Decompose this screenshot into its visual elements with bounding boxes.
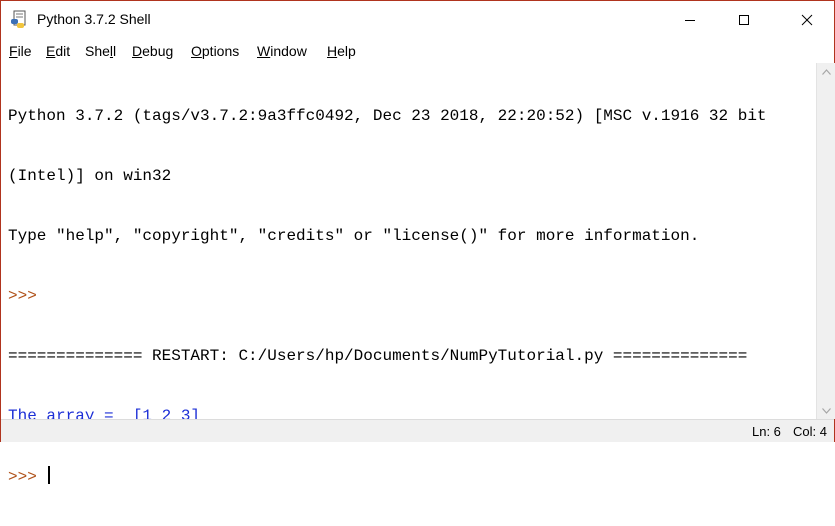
- menu-bar: File Edit Shell Debug Options Window Hel…: [1, 39, 834, 63]
- banner-line-1: Python 3.7.2 (tags/v3.7.2:9a3ffc0492, De…: [8, 107, 767, 125]
- menu-window[interactable]: Window: [257, 43, 307, 59]
- title-bar[interactable]: Python 3.7.2 Shell: [1, 1, 834, 39]
- close-button[interactable]: [780, 1, 834, 39]
- python-idle-icon: [10, 10, 30, 30]
- chevron-down-icon: [821, 407, 831, 414]
- shell-text-area[interactable]: Python 3.7.2 (tags/v3.7.2:9a3ffc0492, De…: [1, 63, 816, 486]
- input-line[interactable]: >>>: [8, 466, 767, 486]
- scroll-up-button[interactable]: [817, 63, 835, 80]
- active-prompt: >>>: [8, 468, 47, 486]
- idle-shell-window: Python 3.7.2 Shell File Edit Shell Debug…: [0, 0, 835, 486]
- menu-debug[interactable]: Debug: [132, 43, 173, 59]
- banner-line-3: Type "help", "copyright", "credits" or "…: [8, 227, 700, 245]
- scroll-down-button[interactable]: [817, 402, 835, 419]
- shell-output: Python 3.7.2 (tags/v3.7.2:9a3ffc0492, De…: [8, 66, 767, 526]
- banner-line-2: (Intel)] on win32: [8, 167, 172, 185]
- maximize-button[interactable]: [717, 1, 771, 39]
- window-title: Python 3.7.2 Shell: [37, 11, 151, 27]
- chevron-up-icon: [821, 68, 831, 75]
- menu-options[interactable]: Options: [191, 43, 239, 59]
- shell-prompt: >>>: [8, 287, 47, 305]
- status-bar: Ln: 6 Col: 4: [1, 419, 834, 442]
- status-line-number: Ln: 6: [752, 424, 781, 439]
- menu-file[interactable]: File: [9, 43, 32, 59]
- vertical-scrollbar[interactable]: [816, 63, 835, 419]
- minimize-icon: [685, 20, 695, 21]
- menu-shell[interactable]: Shell: [85, 43, 116, 59]
- menu-help[interactable]: Help: [327, 43, 356, 59]
- text-cursor: [48, 466, 51, 484]
- maximize-icon: [739, 15, 749, 25]
- status-column-number: Col: 4: [793, 424, 827, 439]
- restart-line: ============== RESTART: C:/Users/hp/Docu…: [8, 347, 748, 365]
- close-icon: [801, 14, 813, 26]
- minimize-button[interactable]: [663, 1, 717, 39]
- menu-edit[interactable]: Edit: [46, 43, 70, 59]
